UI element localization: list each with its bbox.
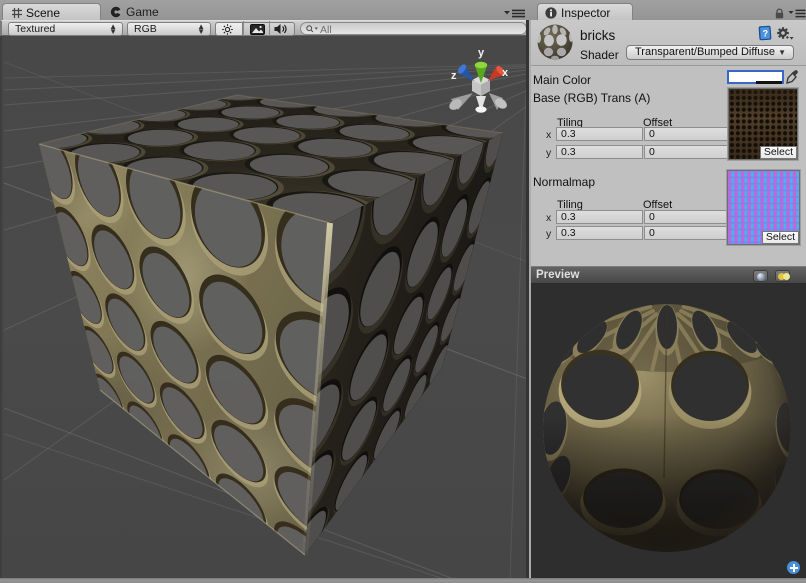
svg-text:?: ? bbox=[763, 29, 769, 39]
svg-text:y: y bbox=[478, 47, 485, 59]
svg-text:x: x bbox=[502, 67, 509, 79]
svg-text:z: z bbox=[451, 70, 457, 82]
